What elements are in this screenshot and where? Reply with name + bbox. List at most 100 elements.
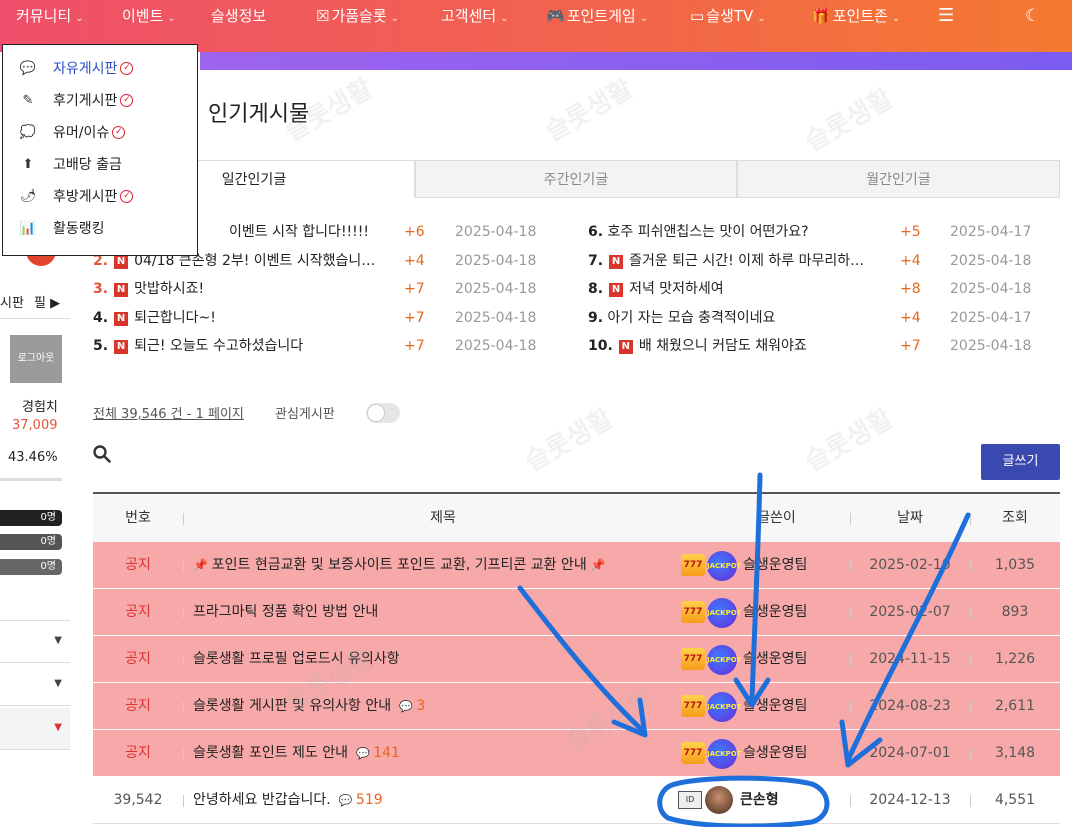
comment-count-value: 3	[416, 698, 426, 714]
write-button[interactable]: 글쓰기	[981, 444, 1060, 480]
popular-recommend-count: +7	[404, 281, 425, 297]
post-title[interactable]: 안녕하세요 반갑습니다.	[193, 792, 331, 808]
post-title-cell[interactable]: 슬롯생활 포인트 제도 안내 💬 141	[193, 730, 400, 777]
exp-label: 경험치	[22, 400, 58, 415]
nav-event[interactable]: 이벤트 ⌄	[122, 0, 176, 32]
box-icon: ☒	[316, 7, 330, 25]
post-title-cell[interactable]: 📌 포인트 현금교환 및 보증사이트 포인트 교환, 기프티콘 교환 안내 📌	[193, 542, 605, 589]
popular-title[interactable]: 이벤트 시작 합니다!!!!!	[229, 224, 369, 240]
popular-post-item[interactable]: 7. N 즐거운 퇴근 시간! 이제 하루 마무리하… +4 2025-04-18	[588, 250, 1050, 272]
nav-community[interactable]: 커뮤니티 ⌄	[16, 0, 84, 32]
moon-icon[interactable]: ☾	[1025, 0, 1040, 32]
popular-title[interactable]: 퇴근합니다~!	[134, 310, 216, 326]
post-title-cell[interactable]: 슬롯생활 게시판 및 유의사항 안내 💬 3	[193, 683, 425, 730]
level-badge-icon: 777	[681, 742, 705, 764]
post-title-cell[interactable]: 슬롯생활 프로필 업로드시 유의사항	[193, 636, 400, 683]
sidebar-menu-2[interactable]: ▼	[0, 664, 70, 706]
jackpot-avatar-icon: JACKPOT	[707, 739, 741, 769]
post-author[interactable]: 슬생운영팀	[743, 683, 807, 730]
post-author[interactable]: 슬생운영팀	[743, 542, 807, 589]
popular-title[interactable]: 맛밥하시죠!	[134, 281, 204, 297]
dropdown-item-withdraw[interactable]: ⬆ 고배당 출금	[3, 148, 197, 180]
post-title[interactable]: 슬롯생활 포인트 제도 안내	[193, 745, 348, 761]
popular-rank: 8.	[588, 281, 604, 297]
favorite-toggle[interactable]	[366, 403, 400, 423]
post-author[interactable]: 슬생운영팀	[743, 636, 807, 683]
popular-title[interactable]: 호주 피쉬앤칩스는 맛이 어떤가요?	[608, 224, 809, 240]
popular-title[interactable]: 저녁 맛저하세여	[629, 281, 724, 297]
post-date: 2024-12-13	[869, 792, 951, 808]
logout-button[interactable]: 로그아웃	[10, 335, 62, 383]
popular-title[interactable]: 퇴근! 오늘도 수고하셨습니다	[134, 338, 303, 354]
dropdown-item-humor[interactable]: 💭 유머/이슈 ✓	[3, 116, 197, 148]
post-title[interactable]: 프라그마틱 정품 확인 방법 안내	[193, 604, 378, 620]
tab-monthly[interactable]: 월간인기글	[737, 160, 1060, 198]
post-author[interactable]: 큰손형	[740, 777, 779, 824]
member-count: 0명	[0, 534, 62, 550]
comment-count-value: 141	[373, 745, 400, 761]
post-title[interactable]: 포인트 현금교환 및 보증사이트 포인트 교환, 기프티콘 교환 안내	[212, 557, 587, 573]
popular-post-item[interactable]: 6.N 호주 피쉬앤칩스는 맛이 어떤가요?+52025-04-17	[588, 221, 1050, 243]
post-author[interactable]: 슬생운영팀	[743, 730, 807, 777]
nav-tv[interactable]: ▭ 슬생TV ⌄	[690, 0, 766, 32]
popular-title[interactable]: 아기 자는 모습 충격적이네요	[608, 310, 776, 326]
table-row[interactable]: 공지 슬롯생활 포인트 제도 안내 💬 141 777 JACKPOT 슬생운영팀 2024…	[93, 730, 1060, 777]
popular-post-item[interactable]: 10. N 배 채웠으니 커담도 채워야죠 +7 2025-04-18	[588, 335, 1050, 357]
popular-rank: 7.	[588, 252, 604, 269]
popular-post-item[interactable]: 4. N 퇴근합니다~! +7 2025-04-18	[93, 307, 555, 329]
table-row[interactable]: 공지 프라그마틱 정품 확인 방법 안내 777 JACKPOT 슬생운영팀 2025-0…	[93, 589, 1060, 636]
popular-recommend-count: +8	[900, 281, 921, 297]
popular-date: 2025-04-17	[950, 309, 1032, 326]
popular-date: 2025-04-18	[455, 252, 537, 269]
table-row[interactable]: 39,542 안녕하세요 반갑습니다. 💬 519 ID 큰손형 2024-12-13 4,…	[93, 777, 1060, 824]
popular-recommend-count: +4	[404, 252, 425, 269]
table-header: 번호 제목 글쓴이 날짜 조회	[93, 492, 1060, 542]
sidebar-menu-1[interactable]: ▼	[0, 621, 70, 663]
dropdown-item-review-board[interactable]: ✎ 후기게시판 ✓	[3, 84, 197, 116]
comment-icon: 💬	[338, 794, 356, 807]
sidebar-tab-a[interactable]: 시판	[0, 292, 24, 311]
nav-gacha[interactable]: ☒ 가품슬롯 ⌄	[316, 0, 399, 32]
popular-rank: 5.	[93, 338, 109, 354]
post-number: 공지	[125, 557, 151, 573]
table-row[interactable]: 공지 슬롯생활 게시판 및 유의사항 안내 💬 3 777 JACKPOT 슬생운영팀 20…	[93, 683, 1060, 730]
popular-title[interactable]: 즐거운 퇴근 시간! 이제 하루 마무리하…	[629, 253, 864, 269]
post-title[interactable]: 슬롯생활 프로필 업로드시 유의사항	[193, 651, 400, 667]
header-no: 번호	[125, 510, 151, 526]
post-count-summary[interactable]: 전체 39,546 건 - 1 페이지	[93, 403, 244, 422]
nav-game[interactable]: 🎮 포인트게임 ⌄	[546, 0, 648, 32]
sidebar-menu-3[interactable]: ▼	[0, 708, 70, 750]
popular-post-item[interactable]: 8. N 저녁 맛저하세여 +8 2025-04-18	[588, 278, 1050, 300]
dropdown-item-free-board[interactable]: 💬 자유게시판 ✓	[3, 52, 197, 84]
popular-post-item[interactable]: 3. N 맛밥하시죠! +7 2025-04-18	[93, 278, 555, 300]
tab-weekly[interactable]: 주간인기글	[415, 160, 737, 198]
popular-recommend-count: +6	[404, 224, 425, 240]
popular-rank: 9.	[588, 309, 604, 326]
caret-down-icon: ▼	[54, 635, 62, 646]
dropdown-item-ranking[interactable]: 📊 활동랭킹	[3, 212, 197, 244]
dropdown-item-back-board[interactable]: 🌶 후방게시판 ✓	[3, 180, 197, 212]
online-count: 0명	[0, 510, 62, 526]
nav-shop[interactable]: 🎁 포인트존 ⌄	[812, 0, 900, 32]
nav-cs[interactable]: 고객센터 ⌄	[441, 0, 509, 32]
header-title: 제목	[430, 510, 456, 526]
post-title-cell[interactable]: 프라그마틱 정품 확인 방법 안내	[193, 589, 378, 636]
table-row[interactable]: 공지 📌 포인트 현금교환 및 보증사이트 포인트 교환, 기프티콘 교환 안내 …	[93, 542, 1060, 589]
post-title-cell[interactable]: 안녕하세요 반갑습니다. 💬 519	[193, 777, 383, 824]
post-views: 4,551	[994, 792, 1036, 808]
post-title[interactable]: 슬롯생활 게시판 및 유의사항 안내	[193, 698, 391, 714]
nav-info[interactable]: 슬생정보	[211, 0, 266, 32]
popular-post-item[interactable]: 9.N 아기 자는 모습 충격적이네요+42025-04-17	[588, 307, 1050, 329]
hamburger-menu-icon[interactable]: ☰	[938, 0, 954, 32]
post-views: 2,611	[994, 698, 1036, 714]
search-icon[interactable]	[93, 445, 111, 463]
table-row[interactable]: 공지 슬롯생활 프로필 업로드시 유의사항 777 JACKPOT 슬생운영팀 2024-…	[93, 636, 1060, 683]
popular-title[interactable]: 배 채웠으니 커담도 채워야죠	[639, 338, 807, 354]
post-views: 3,148	[994, 745, 1036, 761]
post-author[interactable]: 슬생운영팀	[743, 589, 807, 636]
jackpot-avatar-icon: JACKPOT	[707, 551, 741, 581]
speech-icon: 💭	[19, 124, 37, 140]
comment-icon: 💬	[356, 747, 374, 760]
sidebar-tab-b[interactable]: 필 ▶	[34, 292, 60, 311]
popular-post-item[interactable]: 5. N 퇴근! 오늘도 수고하셨습니다 +7 2025-04-18	[93, 335, 555, 357]
